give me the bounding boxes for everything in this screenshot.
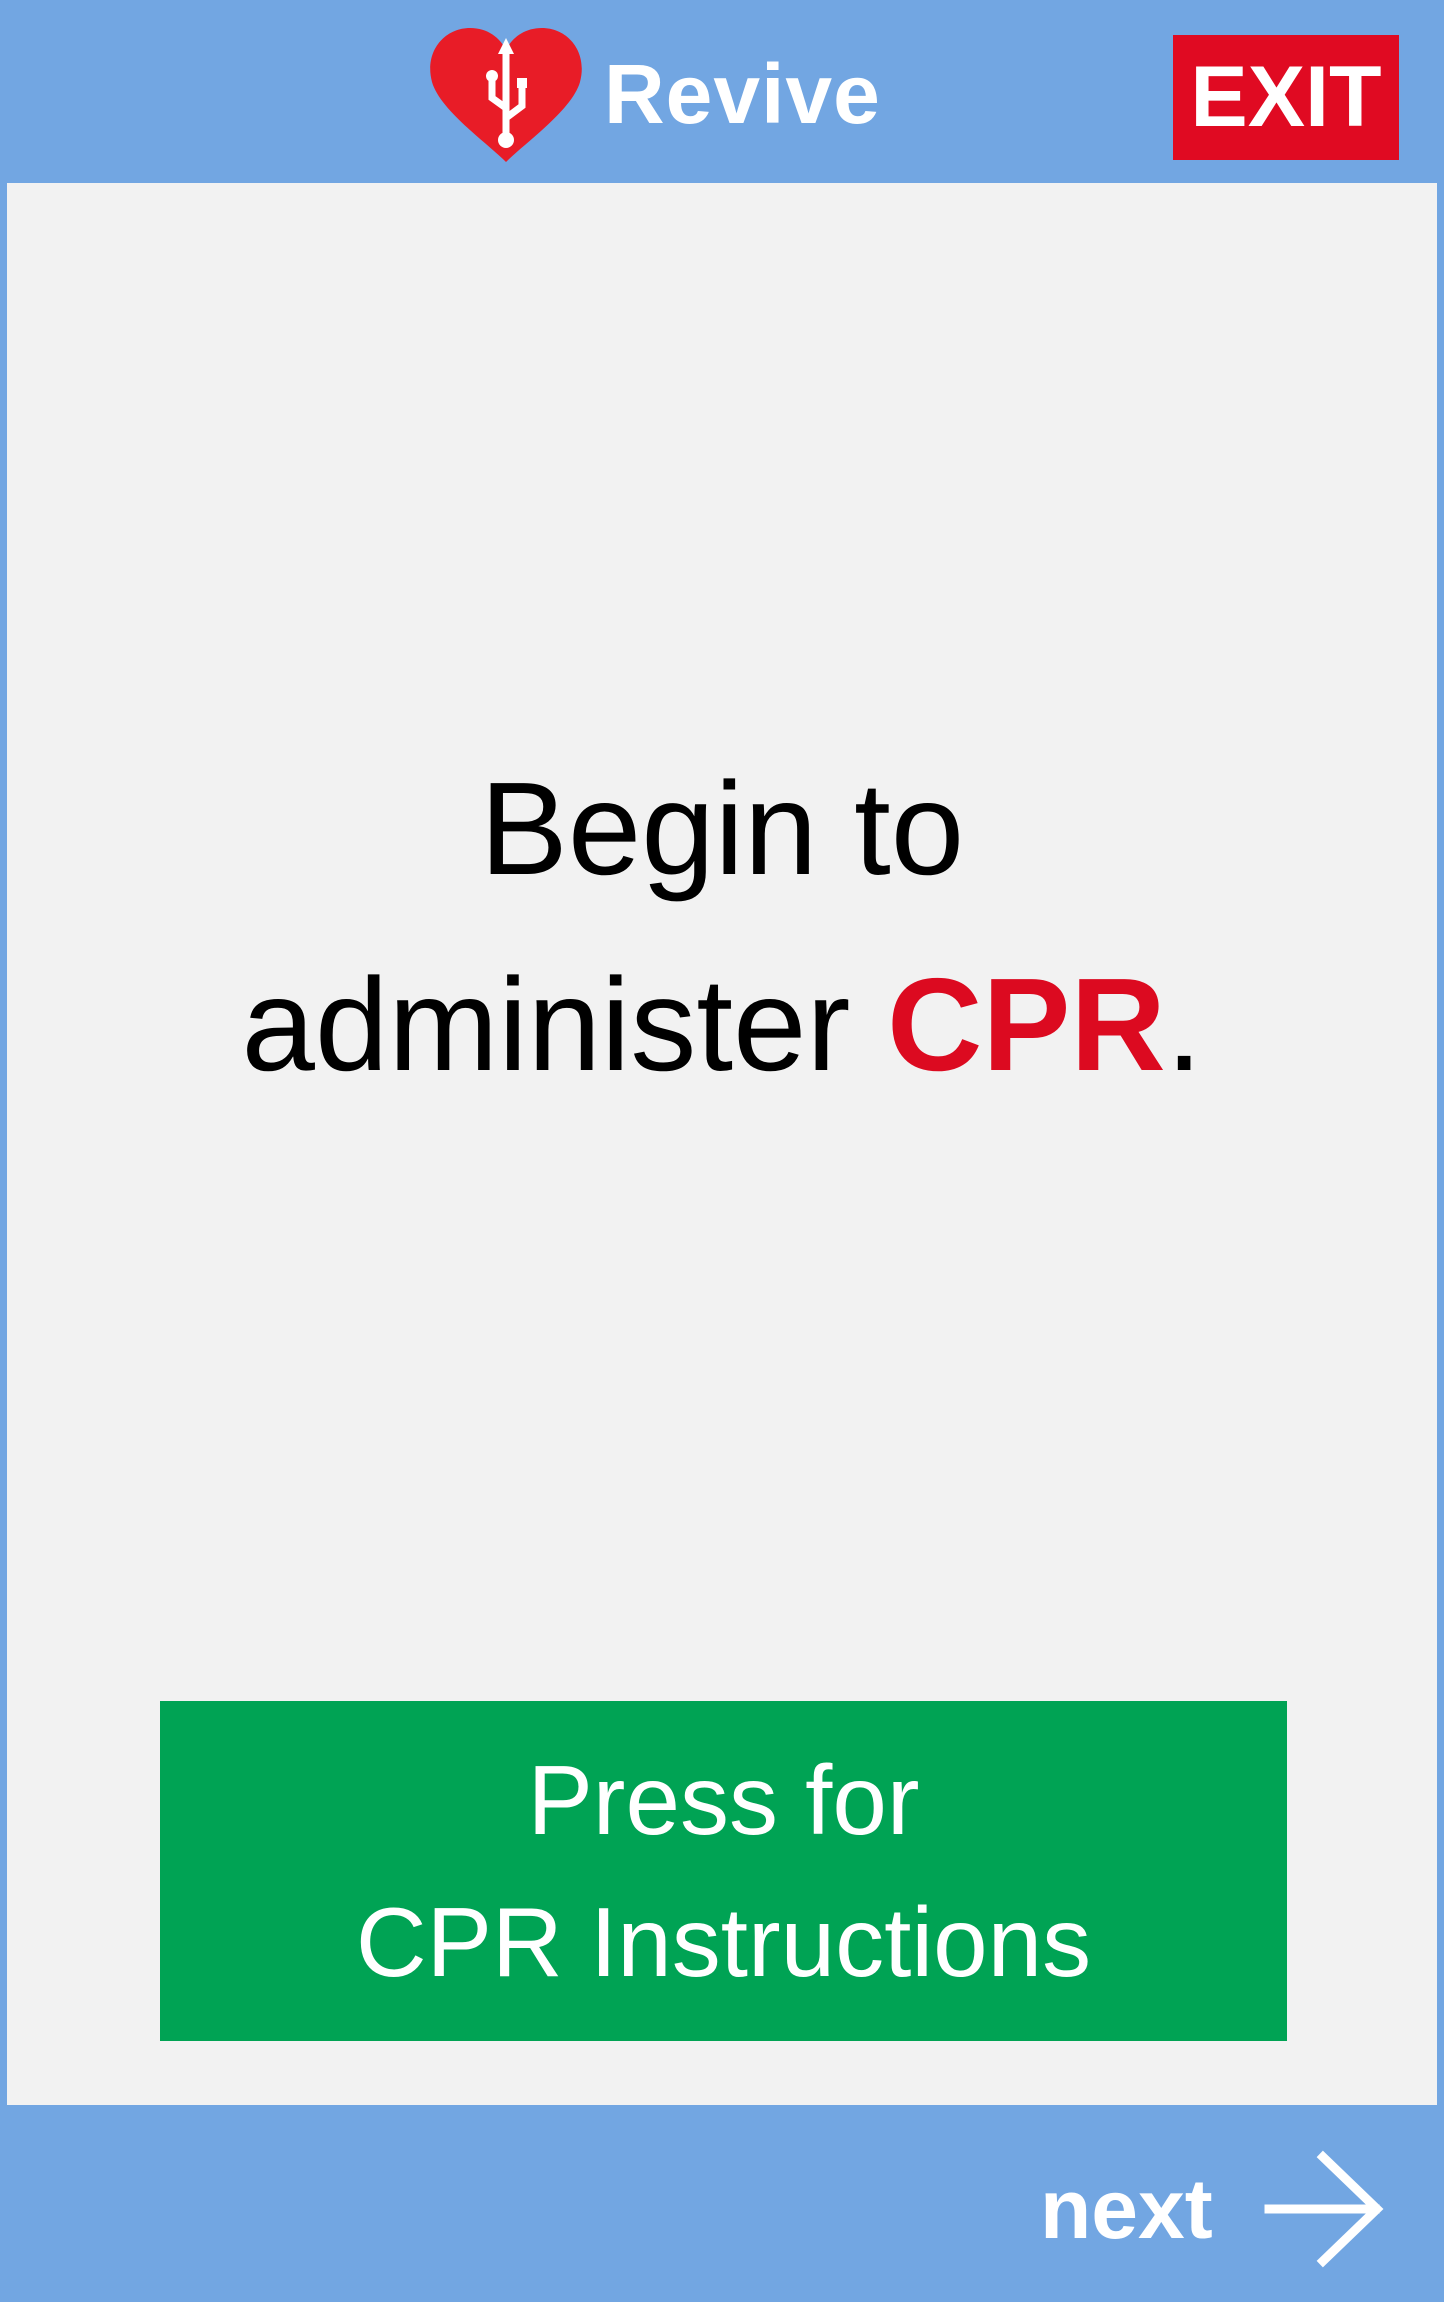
main-panel: Begin to administer CPR. Press for CPR I… xyxy=(7,183,1437,2105)
next-label: next xyxy=(1040,2162,1213,2256)
arrow-right-icon xyxy=(1264,2150,1384,2268)
header-bar: Revive EXIT xyxy=(0,0,1444,183)
message-line-1: Begin to xyxy=(479,755,965,902)
cpr-message: Begin to administer CPR. xyxy=(7,731,1437,1123)
cpr-highlight: CPR xyxy=(887,951,1166,1098)
cpr-button-line-2: CPR Instructions xyxy=(355,1887,1092,1997)
message-suffix: . xyxy=(1165,951,1203,1098)
exit-button[interactable]: EXIT xyxy=(1173,35,1399,160)
cpr-instructions-button[interactable]: Press for CPR Instructions xyxy=(160,1701,1287,2041)
next-button[interactable]: next xyxy=(1040,2149,1385,2269)
footer-bar: next xyxy=(0,2105,1444,2302)
cpr-button-line-1: Press for xyxy=(527,1745,920,1855)
heart-usb-icon xyxy=(430,28,582,162)
message-line-2: administer CPR. xyxy=(7,927,1437,1123)
message-prefix: administer xyxy=(241,951,888,1098)
app-brand: Revive xyxy=(428,26,881,162)
app-name: Revive xyxy=(604,47,881,141)
